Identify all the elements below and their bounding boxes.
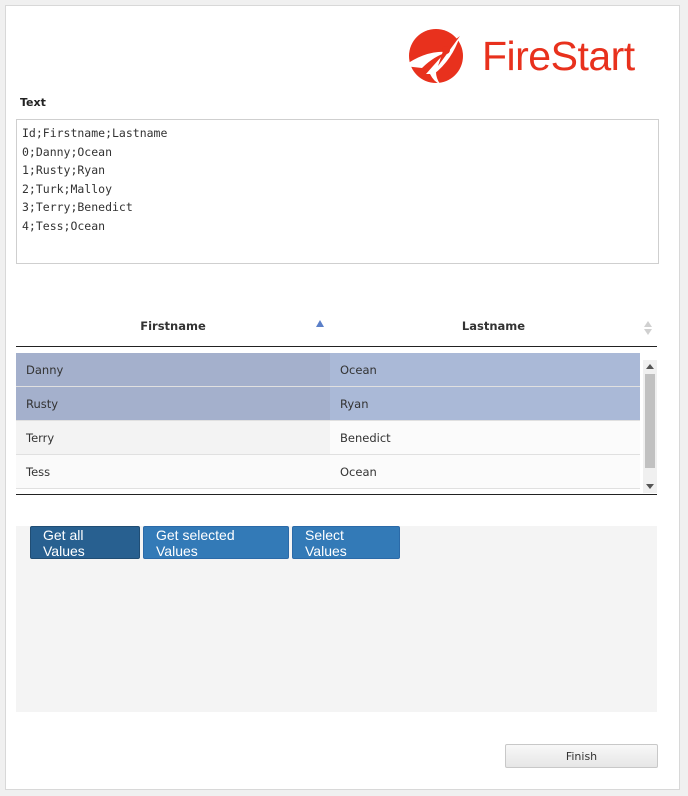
table-row[interactable]: Tess Ocean [16, 455, 640, 489]
finish-button[interactable]: Finish [505, 744, 658, 768]
firestart-logo: FireStart [400, 22, 650, 90]
actions-panel: Get all Values Get selected Values Selec… [16, 526, 657, 712]
scroll-up-arrow-icon[interactable] [646, 364, 654, 369]
column-header-label: Lastname [461, 318, 526, 333]
cell-lastname: Ocean [330, 455, 640, 488]
column-header-firstname[interactable]: Firstname [16, 305, 330, 346]
grid-body: Danny Ocean Rusty Ryan Terry Benedict Te… [16, 347, 657, 494]
cell-firstname: Terry [16, 421, 330, 454]
grid-bottom-border [16, 494, 657, 495]
grid-header: Firstname Lastname [16, 305, 657, 347]
sort-ascending-icon [316, 320, 324, 327]
sort-unsorted-icon [643, 321, 653, 335]
column-header-lastname[interactable]: Lastname [330, 305, 657, 346]
logo-wordmark: FireStart [482, 32, 635, 79]
cell-lastname: Ocean [330, 353, 640, 386]
cell-firstname: Danny [16, 353, 330, 386]
get-all-values-button[interactable]: Get all Values [30, 526, 140, 559]
rocket-icon [404, 29, 463, 84]
cell-lastname: Ryan [330, 387, 640, 420]
scroll-down-arrow-icon[interactable] [646, 484, 654, 489]
grid-scrollbar[interactable] [643, 360, 657, 493]
data-grid: Firstname Lastname Danny Ocean Rusty Rya… [16, 305, 657, 495]
table-row[interactable]: Terry Benedict [16, 421, 640, 455]
table-row[interactable]: Danny Ocean [16, 353, 640, 387]
cell-firstname: Tess [16, 455, 330, 488]
text-input[interactable]: Id;Firstname;Lastname 0;Danny;Ocean 1;Ru… [16, 119, 659, 264]
scrollbar-thumb[interactable] [645, 374, 655, 468]
action-buttons: Get all Values Get selected Values Selec… [30, 526, 400, 559]
table-row[interactable]: Rusty Ryan [16, 387, 640, 421]
column-header-label: Firstname [140, 318, 206, 333]
cell-firstname: Rusty [16, 387, 330, 420]
text-field-label: Text [20, 96, 46, 109]
select-values-button[interactable]: Select Values [292, 526, 400, 559]
cell-lastname: Benedict [330, 421, 640, 454]
get-selected-values-button[interactable]: Get selected Values [143, 526, 289, 559]
